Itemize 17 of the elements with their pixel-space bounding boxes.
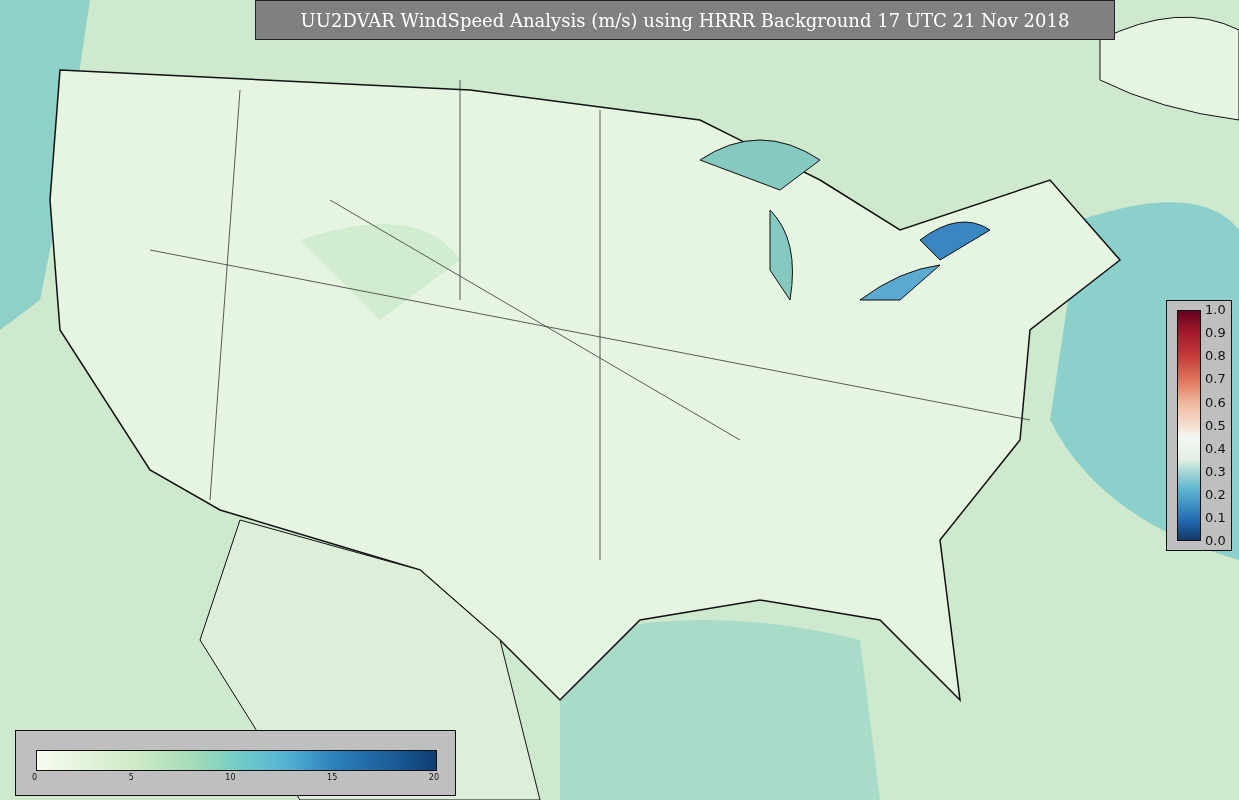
tick-label: 0 xyxy=(32,773,38,783)
tick-label: 0.2 xyxy=(1205,487,1226,503)
tick-label: 0.6 xyxy=(1205,394,1226,411)
tick-label: 5 xyxy=(128,773,134,783)
tick-label: 0.5 xyxy=(1205,417,1226,434)
tick-label: 0.9 xyxy=(1205,325,1226,341)
tick-label: 1.0 xyxy=(1205,302,1226,318)
tick-label: 0.1 xyxy=(1205,510,1226,526)
tick-label: 0.4 xyxy=(1205,440,1226,457)
tick-label: 20 xyxy=(428,773,439,783)
tick-label: 0.8 xyxy=(1205,348,1226,364)
tick-label: 0.3 xyxy=(1205,464,1226,480)
tick-label: 15 xyxy=(327,773,338,783)
chart-title: UU2DVAR WindSpeed Analysis (m/s) using HRRR Background 17 UTC 21 Nov 2018 xyxy=(255,0,1115,40)
tick-label: 10 xyxy=(225,773,236,783)
tick-label: 0.7 xyxy=(1205,371,1226,387)
tick-label: 0.0 xyxy=(1205,533,1226,549)
